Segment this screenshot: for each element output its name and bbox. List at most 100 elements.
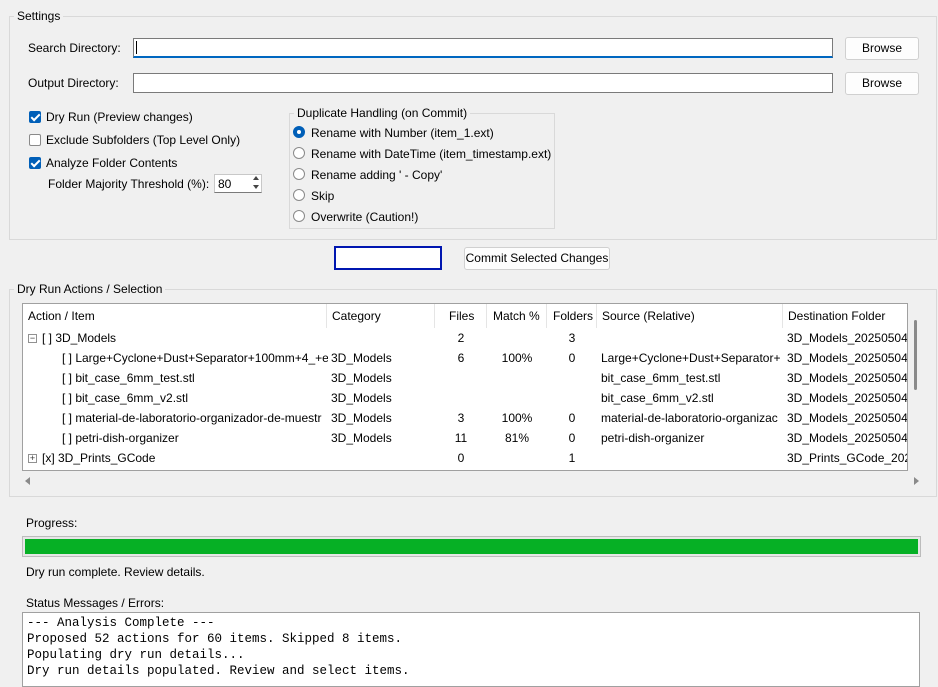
status-text-area[interactable]: --- Analysis Complete --- Proposed 52 ac…	[22, 612, 920, 687]
row-files	[435, 368, 487, 388]
row-source: petri-dish-organizer	[601, 431, 705, 445]
tree-hscroll-right-icon[interactable]	[914, 477, 919, 485]
col-category[interactable]: Category	[327, 304, 435, 328]
row-files: 2	[457, 331, 465, 345]
exclude-subfolders-label[interactable]: Exclude Subfolders (Top Level Only)	[46, 133, 240, 147]
tree-vscroll-thumb[interactable]	[914, 320, 917, 390]
tree-row[interactable]: [ ] bit_case_6mm_v2.stl 3D_Models bit_case…	[23, 388, 907, 408]
row-item[interactable]: [ ] petri-dish-organizer	[62, 428, 328, 448]
search-directory-input[interactable]	[133, 38, 833, 58]
row-item[interactable]: [x] 3D_Prints_GCode	[42, 448, 328, 468]
status-label: Status Messages / Errors:	[26, 596, 165, 610]
row-dest: 3D_Prints_GCode_2025	[787, 451, 907, 465]
tree-row[interactable]: [ ] Large+Cyclone+Dust+Separator+100mm+4…	[23, 348, 907, 368]
col-destination[interactable]: Destination Folder	[783, 304, 907, 328]
row-dest: 3D_Models_20250504	[787, 371, 907, 385]
tree-row[interactable]: [ ] material-de-laboratorio-organizador-…	[23, 408, 907, 428]
row-item[interactable]: [ ] Large+Cyclone+Dust+Separator+100mm+4…	[62, 348, 328, 368]
spin-up-icon[interactable]	[253, 176, 259, 180]
row-dest: 3D_Models_20250504	[787, 411, 907, 425]
row-source: bit_case_6mm_test.stl	[601, 371, 721, 385]
row-files	[435, 388, 487, 408]
row-dest: 3D_Models_20250504	[787, 391, 907, 405]
dry-run-tree[interactable]: Action / Item Category Files Match % Fol…	[22, 303, 908, 471]
collapse-icon[interactable]: −	[28, 334, 37, 343]
row-folders: 3	[568, 331, 576, 345]
row-category	[331, 328, 435, 348]
browse-output-button[interactable]: Browse	[845, 72, 919, 95]
col-files[interactable]: Files	[435, 304, 487, 328]
radio-skip[interactable]	[293, 189, 305, 201]
row-files: 6	[457, 351, 465, 365]
row-category: 3D_Models	[331, 351, 392, 365]
radio-overwrite-label[interactable]: Overwrite (Caution!)	[311, 210, 418, 224]
run-button[interactable]	[334, 246, 442, 270]
row-source	[601, 328, 783, 348]
radio-rename-datetime-label[interactable]: Rename with DateTime (item_timestamp.ext…	[311, 147, 551, 161]
row-folders	[547, 368, 597, 388]
row-item[interactable]: [ ] bit_case_6mm_test.stl	[62, 368, 328, 388]
col-folders[interactable]: Folders	[547, 304, 597, 328]
row-dest: 3D_Models_20250504	[787, 351, 907, 365]
tree-row[interactable]: −[ ] 3D_Models 2 3 3D_Models_20250504	[23, 328, 907, 348]
row-match	[487, 448, 547, 468]
dry-run-checkbox[interactable]	[29, 111, 41, 123]
tree-row[interactable]: [ ] bit_case_6mm_test.stl 3D_Models bit_ca…	[23, 368, 907, 388]
row-files: 11	[454, 431, 468, 445]
row-match	[487, 388, 547, 408]
dry-run-legend: Dry Run Actions / Selection	[14, 282, 166, 296]
radio-rename-copy[interactable]	[293, 168, 305, 180]
row-files: 0	[457, 451, 465, 465]
row-folders: 0	[568, 431, 576, 445]
row-match: 100%	[501, 351, 533, 365]
row-category: 3D_Models	[331, 431, 392, 445]
progress-message: Dry run complete. Review details.	[26, 565, 205, 579]
threshold-spinbox[interactable]: 80	[214, 174, 262, 193]
radio-rename-number[interactable]	[293, 126, 305, 138]
row-folders: 0	[568, 411, 576, 425]
search-directory-label: Search Directory:	[28, 41, 121, 55]
col-match[interactable]: Match %	[487, 304, 547, 328]
radio-overwrite[interactable]	[293, 210, 305, 222]
tree-row[interactable]: [ ] petri-dish-organizer 3D_Models 11 81% 0 p…	[23, 428, 907, 448]
row-match: 100%	[501, 411, 533, 425]
tree-hscroll-left-icon[interactable]	[25, 477, 30, 485]
row-source: material-de-laboratorio-organizac	[601, 411, 778, 425]
expand-icon[interactable]: +	[28, 454, 37, 463]
row-category: 3D_Models	[331, 411, 392, 425]
row-category	[331, 448, 435, 468]
tree-row[interactable]: + [x] 3D_Prints_GCode 0 1 3D_Prints_GCode_20…	[23, 448, 907, 468]
row-match: 81%	[504, 431, 530, 445]
analyze-folder-checkbox[interactable]	[29, 157, 41, 169]
row-folders: 1	[568, 451, 576, 465]
radio-skip-label[interactable]: Skip	[311, 189, 334, 203]
row-match	[487, 328, 547, 348]
threshold-label: Folder Majority Threshold (%):	[48, 177, 210, 191]
radio-rename-datetime[interactable]	[293, 147, 305, 159]
row-category: 3D_Models	[331, 371, 392, 385]
row-folders	[547, 388, 597, 408]
output-directory-label: Output Directory:	[28, 76, 119, 90]
output-directory-input[interactable]	[133, 73, 833, 93]
exclude-subfolders-checkbox[interactable]	[29, 134, 41, 146]
text-cursor	[136, 41, 137, 54]
row-item[interactable]: [ ] material-de-laboratorio-organizador-…	[62, 408, 328, 428]
row-dest: 3D_Models_20250504	[787, 431, 907, 445]
row-item[interactable]: [ ] bit_case_6mm_v2.stl	[62, 388, 328, 408]
col-action-item[interactable]: Action / Item	[23, 304, 327, 328]
spin-down-icon[interactable]	[253, 185, 259, 189]
analyze-folder-label[interactable]: Analyze Folder Contents	[46, 156, 177, 170]
radio-rename-copy-label[interactable]: Rename adding ' - Copy'	[311, 168, 442, 182]
commit-selected-changes-button[interactable]: Commit Selected Changes	[464, 247, 610, 270]
dry-run-label[interactable]: Dry Run (Preview changes)	[46, 110, 193, 124]
progress-label: Progress:	[26, 516, 78, 530]
row-folders: 0	[568, 351, 576, 365]
threshold-value: 80	[218, 177, 232, 191]
row-item[interactable]: [ ] 3D_Models	[42, 328, 328, 348]
browse-search-button[interactable]: Browse	[845, 37, 919, 60]
progress-fill	[25, 539, 918, 554]
col-source[interactable]: Source (Relative)	[597, 304, 783, 328]
radio-rename-number-label[interactable]: Rename with Number (item_1.ext)	[311, 126, 494, 140]
settings-legend: Settings	[14, 9, 64, 23]
row-category: 3D_Models	[331, 391, 392, 405]
